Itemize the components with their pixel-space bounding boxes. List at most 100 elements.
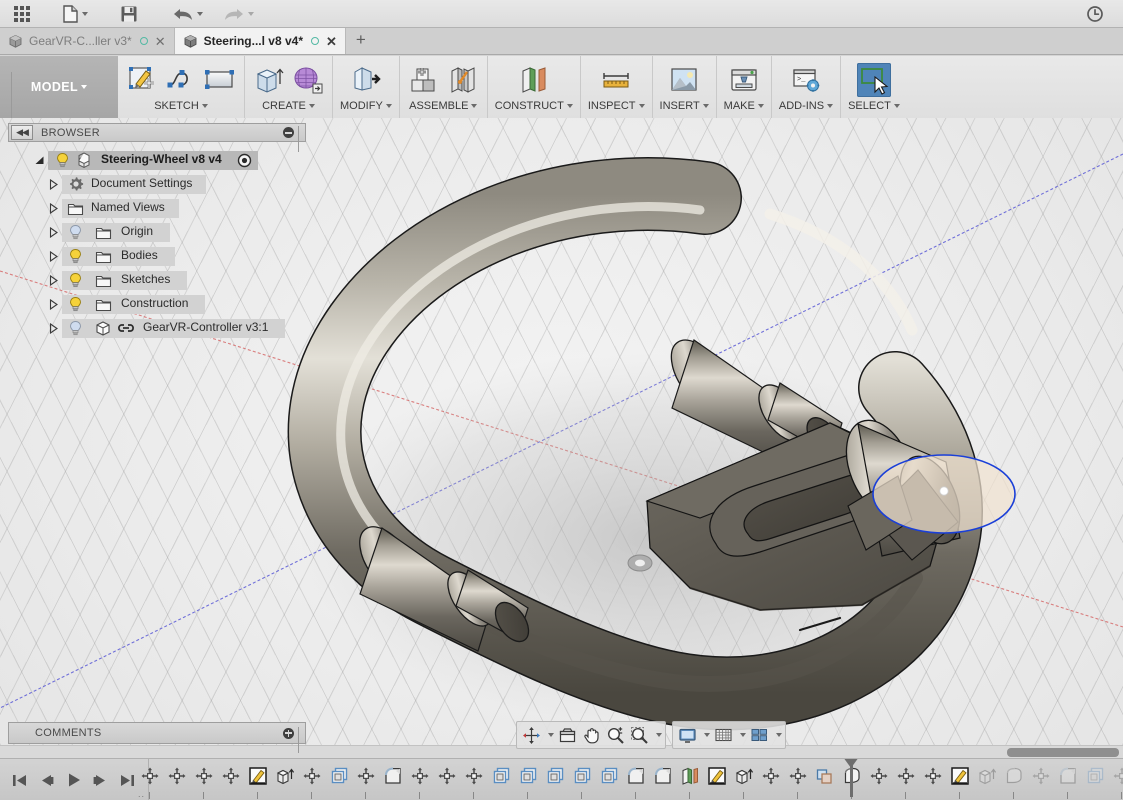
visibility-bulb-icon[interactable] bbox=[66, 295, 85, 314]
expand-arrow-icon[interactable] bbox=[44, 250, 62, 262]
chevron-down-icon[interactable] bbox=[699, 733, 711, 737]
grid-snaps-icon[interactable] bbox=[711, 723, 735, 747]
expand-arrow-icon[interactable] bbox=[44, 298, 62, 310]
offset-plane-icon[interactable] bbox=[517, 63, 551, 97]
timeline-track[interactable]: .. bbox=[136, 759, 1123, 800]
expand-arrow-icon[interactable] bbox=[44, 274, 62, 286]
browser-minimize-button[interactable] bbox=[283, 127, 294, 138]
move-feature[interactable] bbox=[919, 762, 946, 790]
orbit-icon[interactable] bbox=[519, 723, 543, 747]
step-back-button[interactable] bbox=[33, 765, 59, 795]
undo-icon[interactable] bbox=[167, 1, 208, 27]
workspace-selector[interactable]: MODEL bbox=[0, 56, 118, 132]
expand-arrow-icon[interactable] bbox=[44, 226, 62, 238]
visibility-bulb-icon[interactable] bbox=[66, 271, 85, 290]
ribbon-group-label[interactable]: INSPECT bbox=[588, 98, 645, 114]
tree-item-steering-wheel[interactable]: Steering-Wheel v8 v4 bbox=[8, 148, 308, 172]
display-settings-icon[interactable] bbox=[675, 723, 699, 747]
ribbon-group-label[interactable]: INSERT bbox=[660, 98, 709, 114]
extrude-icon[interactable] bbox=[252, 63, 286, 97]
timeline-playhead-marker[interactable] bbox=[843, 759, 859, 797]
press-pull-icon[interactable] bbox=[349, 63, 383, 97]
scrollbar-thumb[interactable] bbox=[1007, 748, 1119, 757]
tree-item-gearvr-controller[interactable]: GearVR-Controller v3:1 bbox=[8, 316, 308, 340]
new-tab-button[interactable]: + bbox=[346, 28, 376, 54]
visibility-bulb-icon[interactable] bbox=[66, 223, 85, 242]
tree-item-origin[interactable]: Origin bbox=[8, 220, 308, 244]
visibility-bulb-icon[interactable] bbox=[53, 151, 72, 170]
go-to-beginning-button[interactable] bbox=[6, 765, 32, 795]
move-feature[interactable] bbox=[433, 762, 460, 790]
chevron-down-icon[interactable] bbox=[543, 733, 555, 737]
copy-paste-feature[interactable] bbox=[325, 762, 352, 790]
joint-icon[interactable] bbox=[446, 63, 480, 97]
ribbon-group-label[interactable]: CONSTRUCT bbox=[495, 98, 573, 114]
sketch-move-feature[interactable] bbox=[217, 762, 244, 790]
pan-icon[interactable] bbox=[579, 723, 603, 747]
copy-paste-feature[interactable] bbox=[568, 762, 595, 790]
browser-grip[interactable] bbox=[298, 126, 303, 152]
move-feature[interactable] bbox=[865, 762, 892, 790]
tree-item-sketches[interactable]: Sketches bbox=[8, 268, 308, 292]
ribbon-group-label[interactable]: MAKE bbox=[724, 98, 764, 114]
ribbon-group-label[interactable]: MODIFY bbox=[340, 98, 392, 114]
ribbon-group-label[interactable]: CREATE bbox=[262, 98, 315, 114]
ribbon-group-label[interactable]: SELECT bbox=[848, 98, 900, 114]
new-component-icon[interactable] bbox=[407, 63, 441, 97]
expand-arrow-icon[interactable] bbox=[30, 155, 48, 166]
form-icon[interactable] bbox=[291, 63, 325, 97]
play-button[interactable] bbox=[60, 765, 86, 795]
sketch-feature[interactable] bbox=[244, 762, 271, 790]
move-feature[interactable] bbox=[352, 762, 379, 790]
move-feature[interactable] bbox=[1027, 762, 1054, 790]
activate-component-radio[interactable] bbox=[237, 153, 252, 168]
copy-paste-feature[interactable] bbox=[487, 762, 514, 790]
tab-sync-indicator[interactable] bbox=[139, 37, 148, 45]
move-feature[interactable] bbox=[406, 762, 433, 790]
comments-grip[interactable] bbox=[298, 726, 303, 753]
sketch-move-feature[interactable] bbox=[163, 762, 190, 790]
tree-item-bodies[interactable]: Bodies bbox=[8, 244, 308, 268]
fillet-feature[interactable] bbox=[622, 762, 649, 790]
clock-icon[interactable] bbox=[1081, 1, 1109, 27]
chevron-down-icon[interactable] bbox=[651, 733, 663, 737]
extrude-feature[interactable] bbox=[973, 762, 1000, 790]
ribbon-group-label[interactable]: ASSEMBLE bbox=[409, 98, 478, 114]
sketch-feature[interactable] bbox=[946, 762, 973, 790]
close-icon[interactable]: ✕ bbox=[325, 35, 338, 48]
viewcube-home-icon[interactable] bbox=[555, 723, 579, 747]
extrude-feature[interactable] bbox=[271, 762, 298, 790]
measure-icon[interactable] bbox=[599, 63, 633, 97]
sketch-move-feature[interactable] bbox=[190, 762, 217, 790]
script-addin-icon[interactable]: >_ bbox=[789, 63, 823, 97]
ribbon-group-label[interactable]: ADD-INS bbox=[779, 98, 834, 114]
file-icon[interactable] bbox=[57, 1, 93, 27]
tab-steering-wheel[interactable]: Steering...l v8 v4* ✕ bbox=[174, 28, 346, 54]
fillet-feature[interactable] bbox=[1054, 762, 1081, 790]
move-feature[interactable] bbox=[892, 762, 919, 790]
spline-icon[interactable] bbox=[164, 63, 198, 97]
3d-print-icon[interactable] bbox=[727, 63, 761, 97]
redo-icon[interactable] bbox=[218, 1, 259, 27]
copy-paste-feature[interactable] bbox=[541, 762, 568, 790]
tree-item-named-views[interactable]: Named Views bbox=[8, 196, 308, 220]
sketch-move-feature[interactable] bbox=[136, 762, 163, 790]
visibility-bulb-icon[interactable] bbox=[66, 319, 85, 338]
select-cursor-icon[interactable] bbox=[856, 63, 891, 97]
save-icon[interactable] bbox=[115, 1, 143, 27]
zoom-icon[interactable] bbox=[603, 723, 627, 747]
chevron-down-icon[interactable] bbox=[771, 733, 783, 737]
move-feature[interactable] bbox=[757, 762, 784, 790]
visibility-bulb-icon[interactable] bbox=[66, 247, 85, 266]
copy-paste-feature[interactable] bbox=[1081, 762, 1108, 790]
expand-arrow-icon[interactable] bbox=[44, 178, 62, 190]
tab-sync-indicator[interactable] bbox=[311, 37, 319, 45]
close-icon[interactable]: ✕ bbox=[154, 35, 167, 48]
chevron-down-icon[interactable] bbox=[735, 733, 747, 737]
fillet-feature[interactable] bbox=[649, 762, 676, 790]
add-comment-button[interactable] bbox=[283, 727, 294, 739]
extrude-feature[interactable] bbox=[730, 762, 757, 790]
move-feature[interactable] bbox=[784, 762, 811, 790]
zoom-window-icon[interactable] bbox=[627, 723, 651, 747]
rectangle-icon[interactable] bbox=[203, 63, 237, 97]
